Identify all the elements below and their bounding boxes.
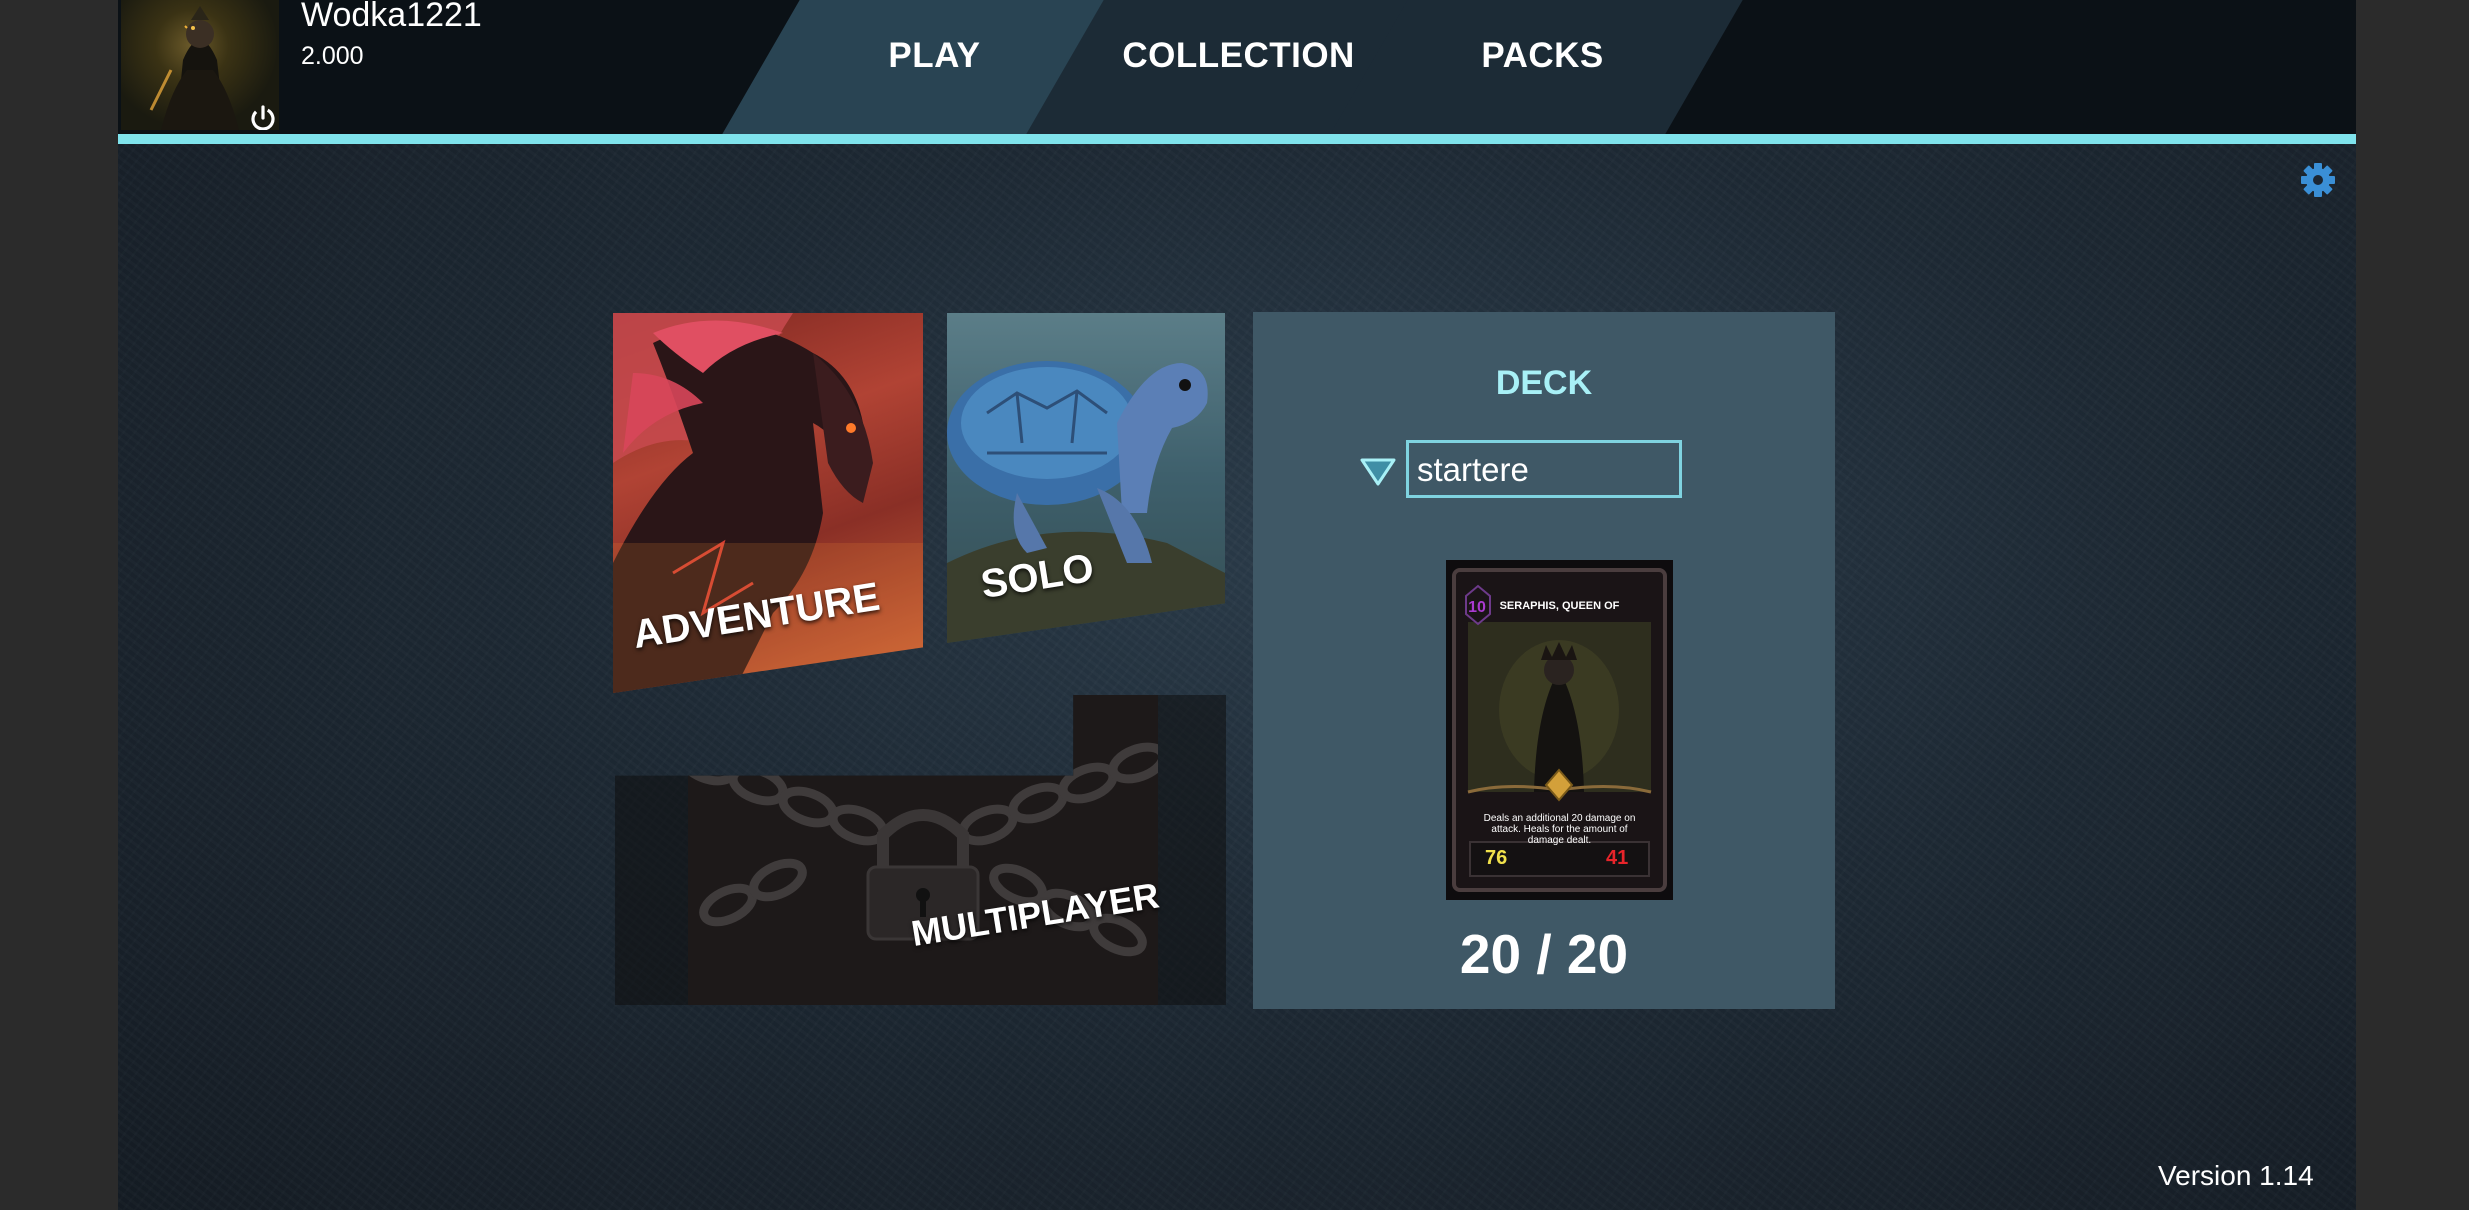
top-bar: Wodka1221 2.000 PLAY COLLECTION PACKS bbox=[118, 0, 2356, 144]
credits-balance: 2.000 bbox=[301, 42, 364, 70]
deck-card-count: 20 / 20 bbox=[1459, 923, 1629, 985]
card-name: SERAPHIS, QUEEN OF bbox=[1499, 600, 1620, 612]
avatar[interactable] bbox=[121, 0, 279, 130]
deck-card-preview[interactable]: 10 SERAPHIS, QUEEN OF Deals an additiona… bbox=[1446, 560, 1673, 900]
tab-play-label: PLAY bbox=[888, 36, 981, 75]
multiplayer-mode-tile[interactable]: MULTIPLAYER bbox=[615, 695, 1226, 1005]
version-label: Version 1.14 bbox=[2158, 1160, 2314, 1191]
username: Wodka1221 bbox=[301, 0, 482, 34]
deck-select[interactable]: startere bbox=[1406, 440, 1682, 498]
deck-panel: DECK startere 10 SERAPHIS, QUEEN OF Deal… bbox=[1253, 312, 1835, 1009]
power-icon[interactable] bbox=[249, 104, 277, 130]
card-health: 41 bbox=[1606, 847, 1629, 869]
deck-title: DECK bbox=[1495, 364, 1593, 402]
card-attack: 76 bbox=[1485, 847, 1508, 869]
multiplayer-image-area bbox=[678, 695, 1168, 1005]
gear-icon[interactable] bbox=[2298, 160, 2338, 200]
adventure-mode-tile[interactable]: ADVENTURE bbox=[613, 313, 923, 693]
app-window: Wodka1221 2.000 PLAY COLLECTION PACKS AD… bbox=[118, 0, 2356, 1210]
tab-collection-label: COLLECTION bbox=[1122, 36, 1356, 75]
card-text: Deals an additional 20 damage on attack.… bbox=[1483, 813, 1636, 846]
triangle-down-icon[interactable] bbox=[1359, 457, 1397, 487]
chains-image bbox=[678, 742, 1168, 957]
solo-mode-tile[interactable]: SOLO bbox=[947, 313, 1225, 643]
tab-packs-label: PACKS bbox=[1481, 36, 1605, 75]
